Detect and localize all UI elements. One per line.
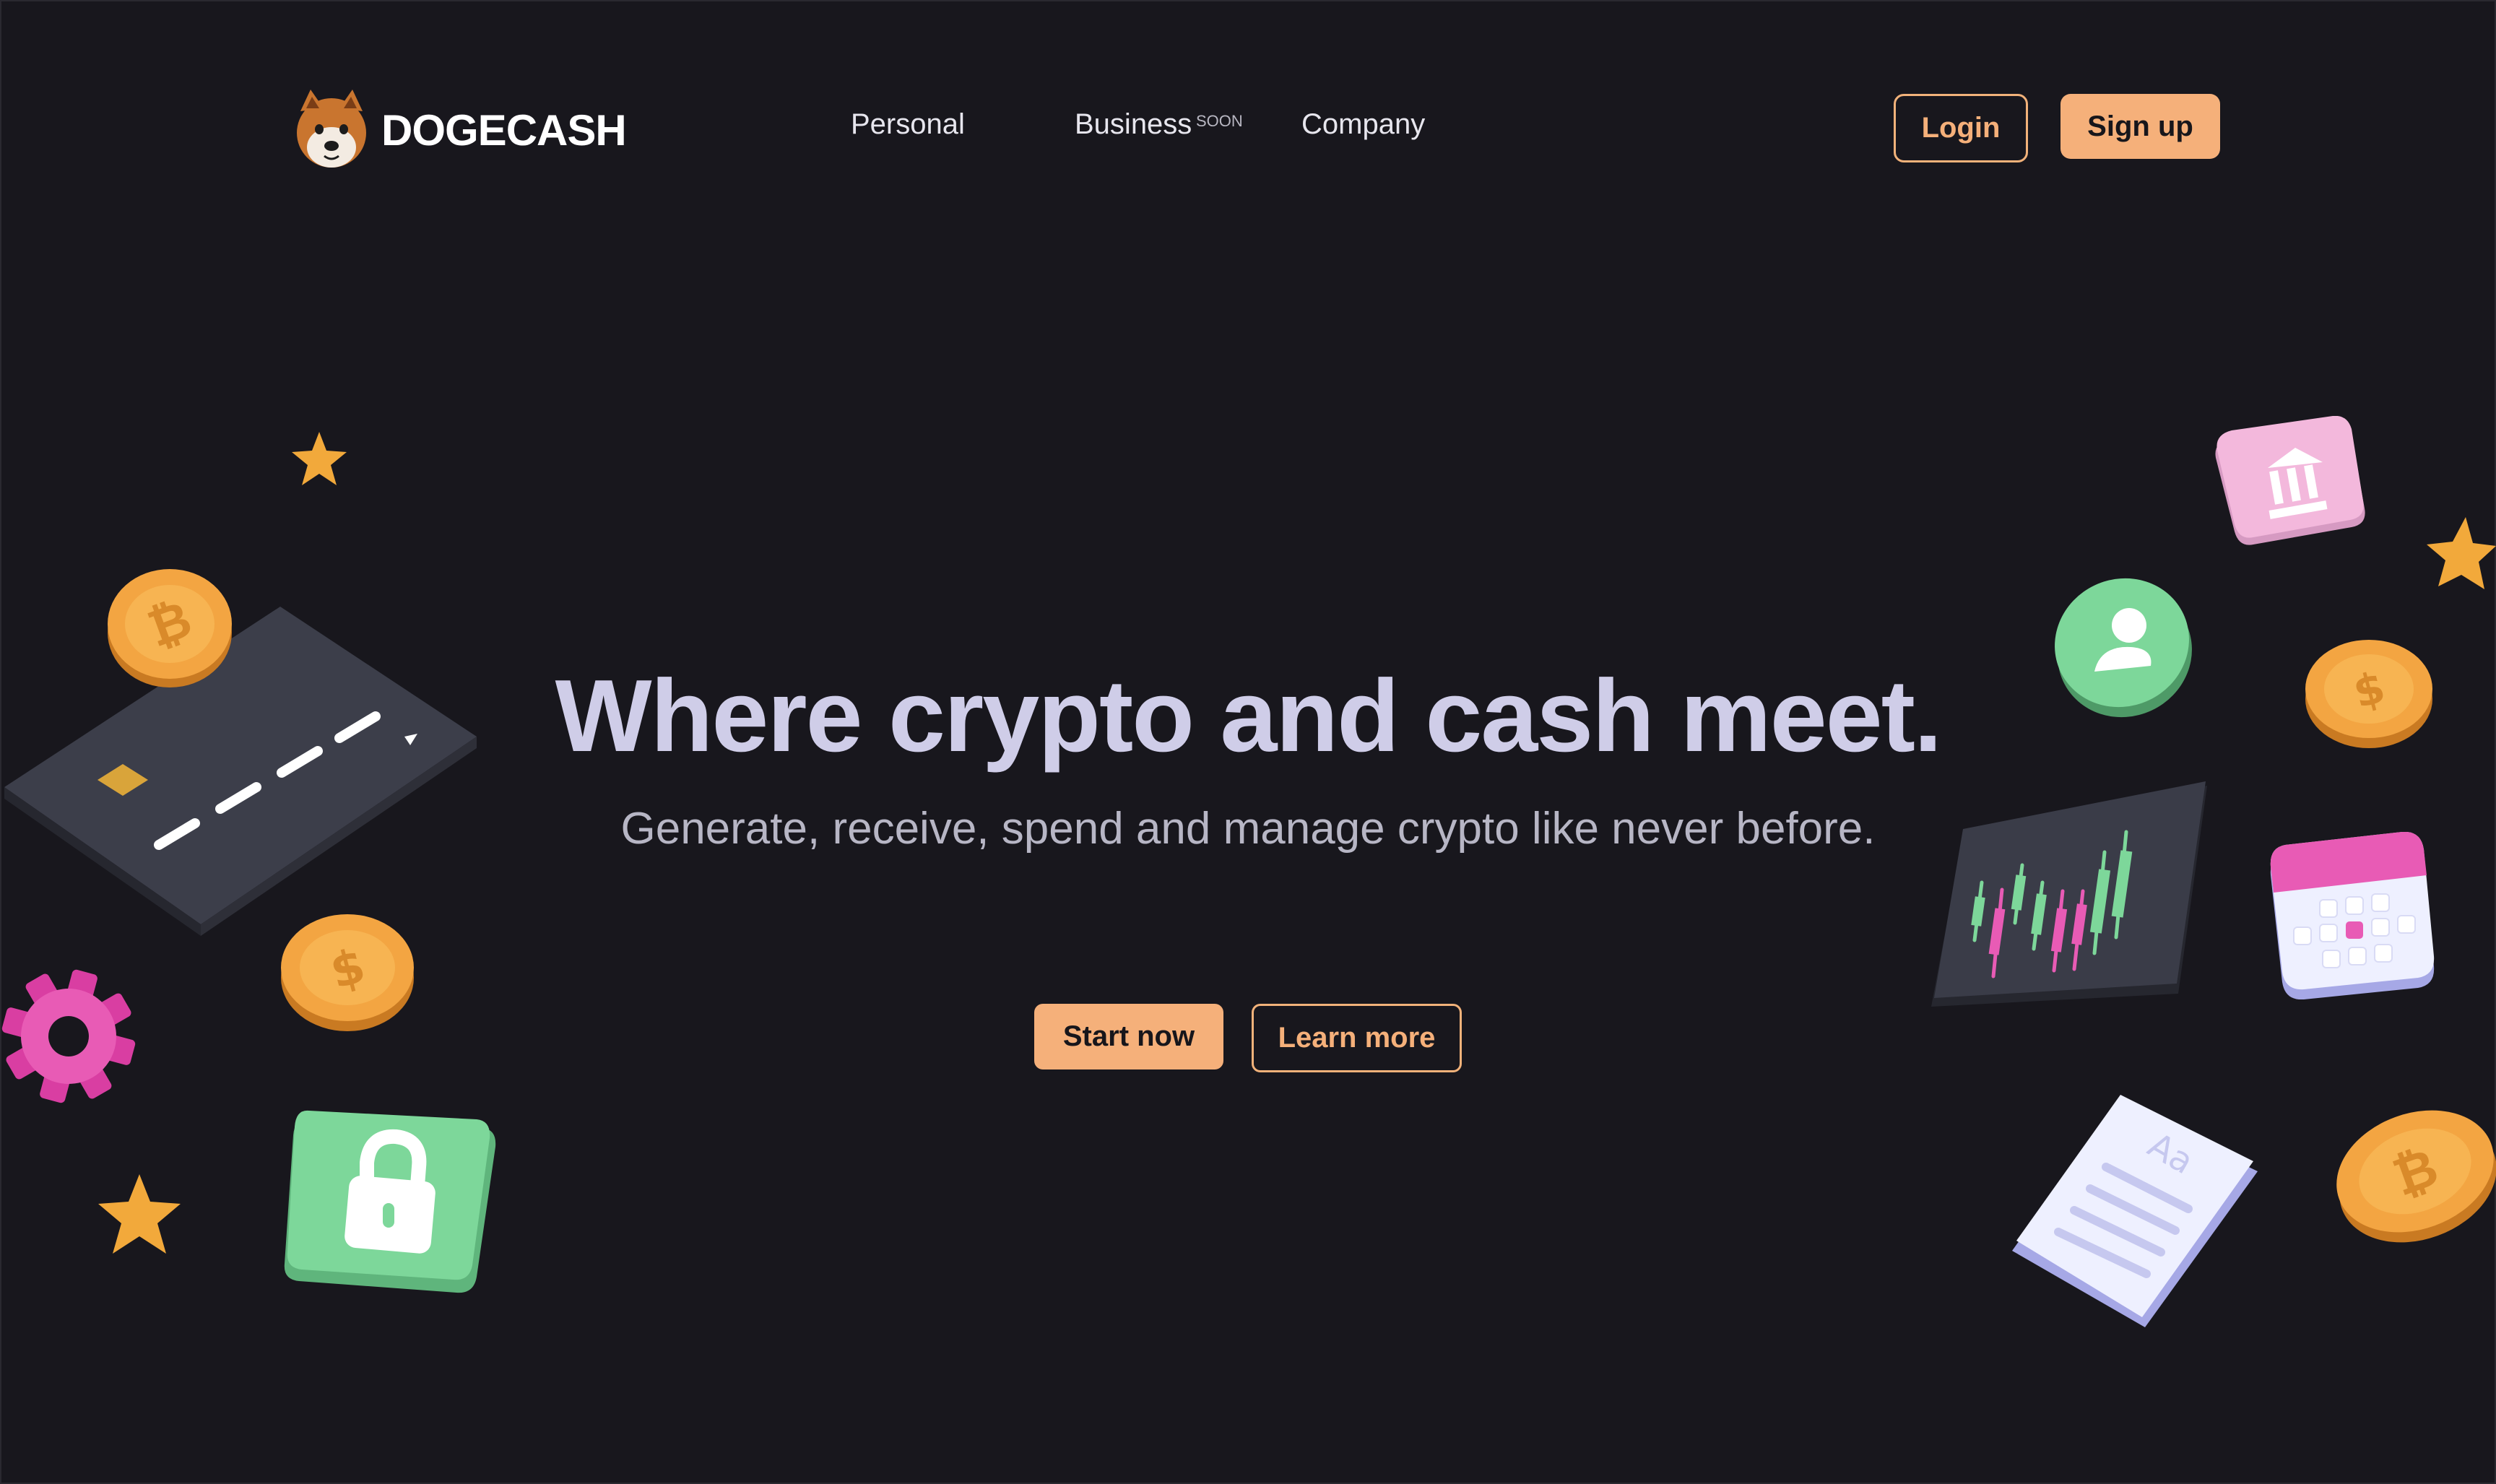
nav-company[interactable]: Company xyxy=(1301,108,1425,141)
login-button[interactable]: Login xyxy=(1894,94,2028,162)
bitcoin-coin-icon: ₿ xyxy=(2336,1110,2496,1243)
dollar-coin-icon: $ xyxy=(281,914,414,1031)
gear-icon xyxy=(1,969,136,1103)
document-icon: Aa xyxy=(2012,1095,2258,1327)
brand-logo[interactable]: DOGECASH xyxy=(292,87,627,173)
nav-personal[interactable]: Personal xyxy=(851,108,965,141)
calendar-icon xyxy=(2270,832,2435,999)
star-icon xyxy=(2427,517,2496,589)
dollar-coin-icon: $ xyxy=(2305,640,2432,748)
learn-more-button[interactable]: Learn more xyxy=(1252,1004,1462,1072)
bank-icon xyxy=(2215,416,2365,545)
user-icon xyxy=(2055,578,2192,718)
start-now-button[interactable]: Start now xyxy=(1034,1004,1223,1069)
nav-business[interactable]: Business xyxy=(1075,108,1192,141)
lock-icon xyxy=(284,1110,496,1293)
top-nav: DOGECASH Personal Business SOON Company … xyxy=(0,0,2496,260)
star-icon xyxy=(292,432,347,485)
brand-name: DOGECASH xyxy=(381,105,627,155)
bitcoin-coin-icon: ₿ xyxy=(108,569,232,687)
soon-badge: SOON xyxy=(1196,112,1243,130)
candlestick-chart-icon xyxy=(1931,781,2207,1007)
doge-logo-icon xyxy=(297,90,366,168)
signup-button[interactable]: Sign up xyxy=(2060,94,2220,159)
star-icon xyxy=(98,1174,181,1254)
credit-card-icon xyxy=(4,607,477,936)
